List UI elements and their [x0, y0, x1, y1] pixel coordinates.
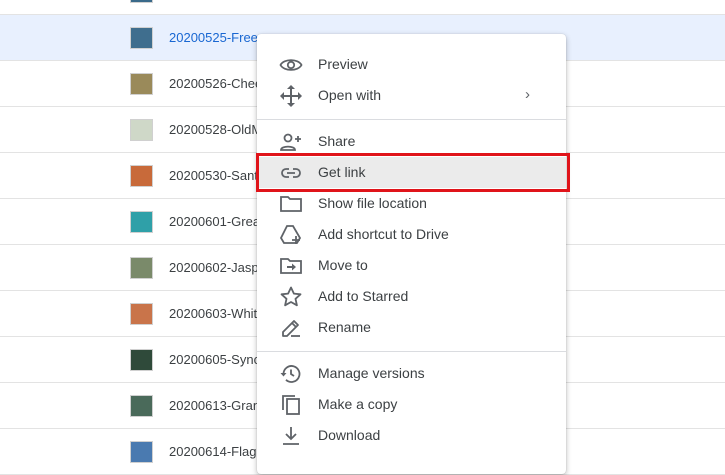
link-icon: [279, 161, 303, 185]
menu-item-show-file-location[interactable]: Show file location: [257, 188, 566, 219]
history-icon: [279, 362, 303, 386]
file-name: 20200530-Santa: [169, 168, 259, 183]
menu-item-label: Open with: [318, 87, 382, 103]
file-thumbnail: [130, 73, 153, 95]
drive-shortcut-icon: [279, 223, 303, 247]
pencil-icon: [279, 316, 303, 340]
copy-icon: [279, 393, 303, 417]
menu-item-label: Move to: [318, 257, 368, 273]
menu-item-rename[interactable]: Rename: [257, 312, 566, 343]
file-name: 20200525-Freedom: [169, 30, 259, 45]
file-thumbnail: [130, 257, 153, 279]
menu-item-get-link[interactable]: Get link: [257, 157, 566, 188]
context-menu: Preview Open with › Share Get link Show …: [257, 34, 566, 474]
menu-item-label: Rename: [318, 319, 371, 335]
menu-item-label: Add to Starred: [318, 288, 409, 304]
menu-item-add-shortcut[interactable]: Add shortcut to Drive: [257, 219, 566, 250]
menu-item-label: Show file location: [318, 195, 427, 211]
file-name: 20200526-Cheetah: [169, 76, 259, 91]
file-thumbnail: [130, 165, 153, 187]
menu-item-label: Share: [318, 133, 356, 149]
file-name: 20200613-Grand: [169, 398, 259, 413]
menu-item-move-to[interactable]: Move to: [257, 250, 566, 281]
eye-icon: [279, 53, 303, 77]
menu-divider: [257, 351, 566, 352]
file-row[interactable]: [0, 0, 725, 15]
menu-item-label: Preview: [318, 56, 368, 72]
download-icon: [279, 424, 303, 448]
file-name: 20200603-White: [169, 306, 259, 321]
menu-item-manage-versions[interactable]: Manage versions: [257, 358, 566, 389]
person-add-icon: [279, 130, 303, 154]
file-thumbnail: [130, 303, 153, 325]
file-name: 20200601-Great: [169, 214, 259, 229]
menu-item-label: Get link: [318, 164, 366, 180]
menu-item-label: Manage versions: [318, 365, 425, 381]
file-name: 20200528-OldMan: [169, 122, 259, 137]
chevron-right-icon: ›: [525, 86, 530, 103]
menu-item-label: Download: [318, 427, 381, 443]
folder-icon: [279, 192, 303, 216]
menu-item-open-with[interactable]: Open with ›: [257, 80, 566, 111]
move-to-folder-icon: [279, 254, 303, 278]
file-thumbnail: [130, 0, 153, 3]
menu-item-add-to-starred[interactable]: Add to Starred: [257, 281, 566, 312]
file-name: 20200605-Sync: [169, 352, 259, 367]
menu-item-label: Add shortcut to Drive: [318, 226, 449, 242]
menu-divider: [257, 119, 566, 120]
file-thumbnail: [130, 395, 153, 417]
menu-item-make-a-copy[interactable]: Make a copy: [257, 389, 566, 420]
menu-item-download[interactable]: Download: [257, 420, 566, 451]
file-thumbnail: [130, 441, 153, 463]
star-icon: [279, 285, 303, 309]
file-name: 20200602-Jasper: [169, 260, 259, 275]
file-thumbnail: [130, 27, 153, 49]
menu-item-share[interactable]: Share: [257, 126, 566, 157]
menu-item-label: Make a copy: [318, 396, 398, 412]
file-thumbnail: [130, 211, 153, 233]
file-thumbnail: [130, 119, 153, 141]
move-arrows-icon: [279, 84, 303, 108]
file-name: 20200614-Flag: [169, 444, 257, 459]
file-thumbnail: [130, 349, 153, 371]
menu-item-preview[interactable]: Preview: [257, 49, 566, 80]
